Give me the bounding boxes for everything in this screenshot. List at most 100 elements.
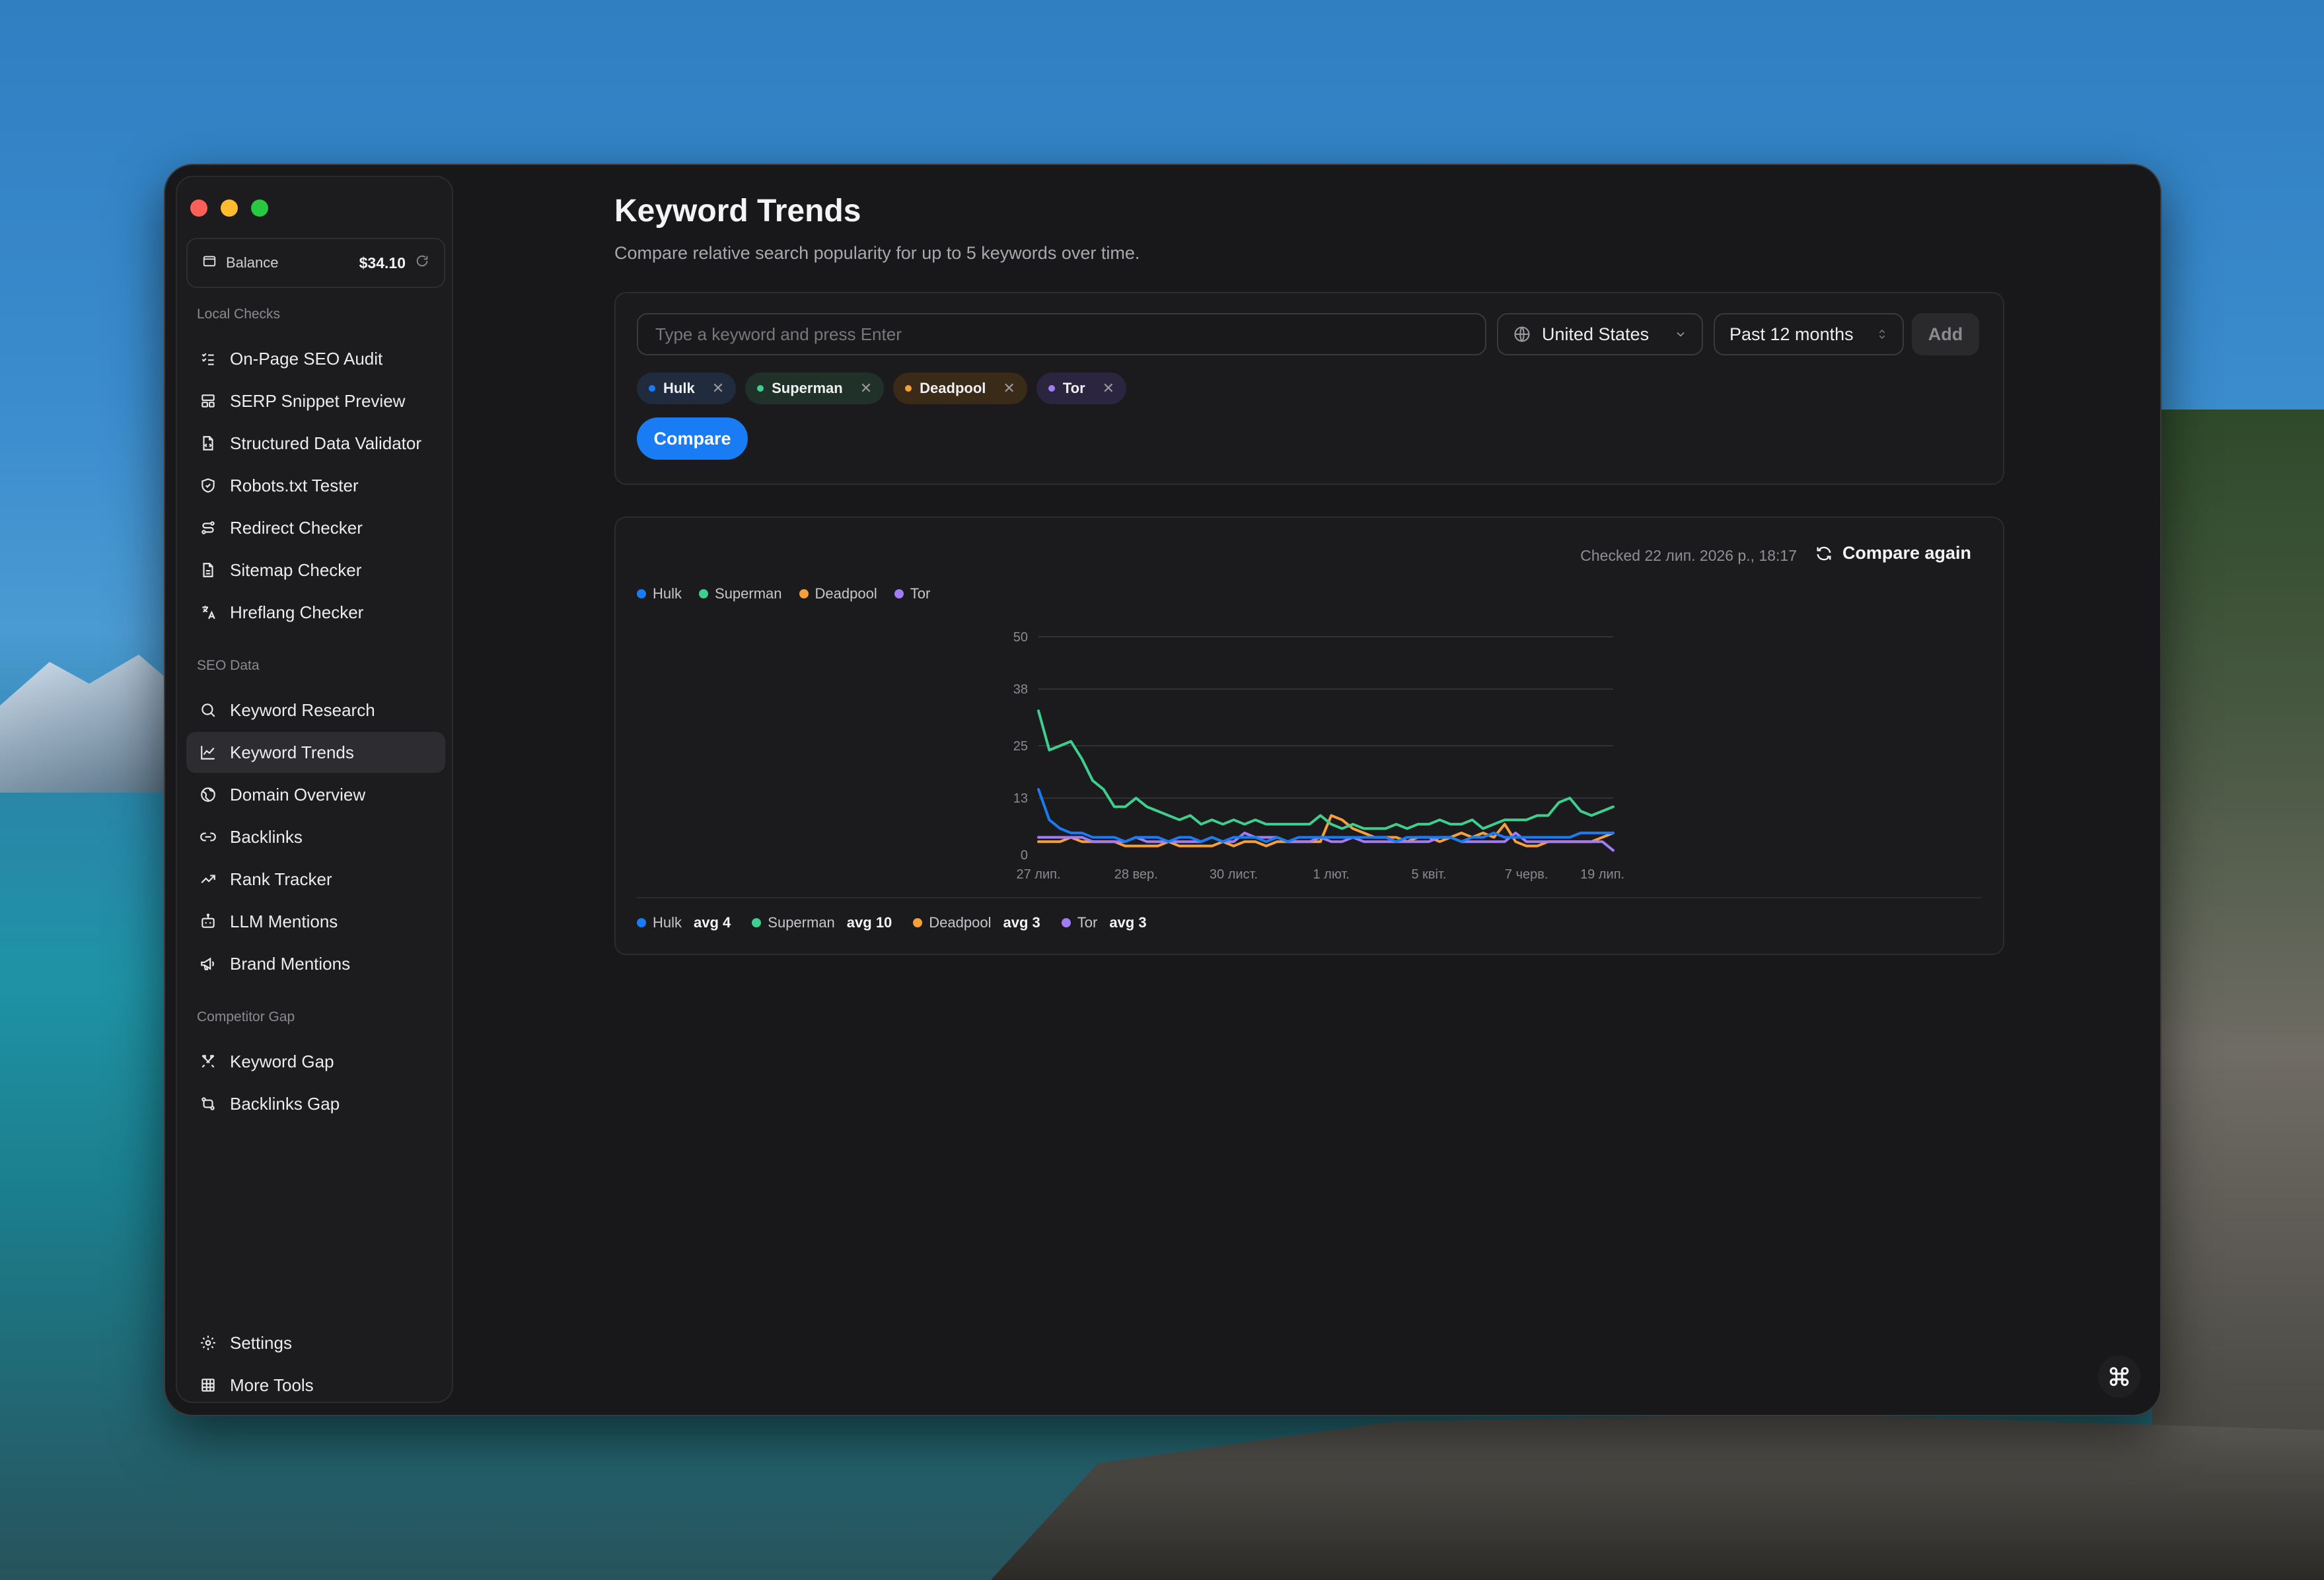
bot-icon xyxy=(198,912,218,931)
summary-name: Tor xyxy=(1077,914,1098,931)
summary-avg: avg 10 xyxy=(846,914,892,931)
globe-icon xyxy=(1513,325,1531,343)
sidebar: Balance $34.10 Local Checks On-Page SEO … xyxy=(176,176,453,1403)
sidebar-item-label: Backlinks Gap xyxy=(230,1093,340,1114)
sidebar-item-backlinks[interactable]: Backlinks xyxy=(186,816,445,857)
color-dot xyxy=(799,589,809,598)
compare-again-button[interactable]: Compare again xyxy=(1815,543,1971,563)
app-window: Balance $34.10 Local Checks On-Page SEO … xyxy=(164,164,2161,1416)
summary-name: Superman xyxy=(768,914,835,931)
color-dot xyxy=(752,918,762,927)
summary-item-superman: Superman avg 10 xyxy=(752,914,892,931)
legend-label: Hulk xyxy=(653,585,682,602)
summary-avg: avg 3 xyxy=(1003,914,1040,931)
summary-item-tor: Tor avg 3 xyxy=(1061,914,1147,931)
route-icon xyxy=(198,518,218,538)
x-tick-label: 27 лип. xyxy=(1016,867,1060,882)
summary-name: Hulk xyxy=(653,914,682,931)
keyword-chip-hulk: Hulk ✕ xyxy=(637,373,737,404)
sidebar-item-label: On-Page SEO Audit xyxy=(230,348,383,369)
line-chart-icon xyxy=(198,742,218,762)
window-controls xyxy=(190,199,268,217)
results-card: Checked 22 лип. 2026 р., 18:17 Compare a… xyxy=(614,517,2004,955)
sidebar-item-label: Settings xyxy=(230,1332,292,1353)
command-icon xyxy=(2108,1365,2130,1388)
y-tick-label: 13 xyxy=(1013,791,1028,806)
sidebar-item-label: Redirect Checker xyxy=(230,517,363,538)
keyword-chips: Hulk ✕ Superman ✕ Deadpool ✕ Tor ✕ xyxy=(637,373,1127,404)
x-tick-label: 28 вер. xyxy=(1114,867,1158,882)
legend-label: Tor xyxy=(910,585,931,602)
sidebar-item-on-page-seo-audit[interactable]: On-Page SEO Audit xyxy=(186,338,445,379)
page-subtitle: Compare relative search popularity for u… xyxy=(614,243,1140,263)
summary-name: Deadpool xyxy=(929,914,992,931)
color-dot xyxy=(1048,385,1055,392)
section-title-local-checks: Local Checks xyxy=(197,306,281,322)
sidebar-item-serp-snippet-preview[interactable]: SERP Snippet Preview xyxy=(186,380,445,421)
close-icon[interactable]: ✕ xyxy=(1003,380,1015,397)
sidebar-item-label: LLM Mentions xyxy=(230,911,338,931)
compare-again-label: Compare again xyxy=(1842,543,1971,563)
color-dot xyxy=(905,385,912,392)
series-line-hulk xyxy=(1037,788,1615,844)
file-code-icon xyxy=(198,433,218,453)
color-dot xyxy=(699,589,709,598)
sidebar-item-more-tools[interactable]: More Tools xyxy=(186,1365,445,1406)
color-dot xyxy=(1061,918,1071,927)
keyword-input[interactable] xyxy=(637,313,1486,355)
color-dot xyxy=(894,589,904,598)
minimize-window-button[interactable] xyxy=(221,199,238,217)
sidebar-item-structured-data-validator[interactable]: Structured Data Validator xyxy=(186,423,445,464)
sidebar-item-llm-mentions[interactable]: LLM Mentions xyxy=(186,901,445,942)
sidebar-item-sitemap-checker[interactable]: Sitemap Checker xyxy=(186,550,445,591)
sidebar-item-settings[interactable]: Settings xyxy=(186,1322,445,1363)
summary-item-hulk: Hulk avg 4 xyxy=(637,914,731,931)
close-icon[interactable]: ✕ xyxy=(712,380,724,397)
sidebar-item-backlinks-gap[interactable]: Backlinks Gap xyxy=(186,1083,445,1124)
sidebar-item-keyword-gap[interactable]: Keyword Gap xyxy=(186,1041,445,1082)
layout-icon xyxy=(198,391,218,411)
balance-widget: Balance $34.10 xyxy=(186,238,445,288)
sidebar-item-redirect-checker[interactable]: Redirect Checker xyxy=(186,507,445,548)
sidebar-item-keyword-research[interactable]: Keyword Research xyxy=(186,690,445,731)
swords-icon xyxy=(198,1052,218,1071)
close-icon[interactable]: ✕ xyxy=(860,380,872,397)
refresh-balance-icon[interactable] xyxy=(415,254,429,272)
page-title: Keyword Trends xyxy=(614,194,861,229)
sidebar-item-brand-mentions[interactable]: Brand Mentions xyxy=(186,943,445,984)
zoom-window-button[interactable] xyxy=(251,199,268,217)
close-icon[interactable]: ✕ xyxy=(1103,380,1114,397)
color-dot xyxy=(913,918,923,927)
chip-label: Superman xyxy=(772,380,843,396)
summary-avg: avg 4 xyxy=(694,914,731,931)
add-keyword-button[interactable]: Add xyxy=(1912,313,1979,355)
y-tick-label: 25 xyxy=(1013,739,1028,754)
legend-label: Superman xyxy=(715,585,782,602)
sidebar-item-domain-overview[interactable]: Domain Overview xyxy=(186,774,445,815)
y-tick-label: 0 xyxy=(1021,848,1028,863)
sidebar-item-keyword-trends[interactable]: Keyword Trends xyxy=(186,732,445,773)
balance-amount: $34.10 xyxy=(359,254,406,271)
averages-summary: Hulk avg 4 Superman avg 10 Deadpool avg 3 T… xyxy=(637,914,1147,931)
close-window-button[interactable] xyxy=(190,199,207,217)
sidebar-item-label: Brand Mentions xyxy=(230,953,351,974)
compare-button[interactable]: Compare xyxy=(637,417,748,460)
sidebar-item-label: Domain Overview xyxy=(230,784,366,805)
sidebar-item-robots-txt-tester[interactable]: Robots.txt Tester xyxy=(186,465,445,506)
legend-label: Deadpool xyxy=(815,585,877,602)
x-tick-label: 30 лист. xyxy=(1210,867,1258,882)
legend-item-deadpool: Deadpool xyxy=(799,585,877,602)
trend-chart: 0 13 25 38 50 27 лип. 28 вер. 30 лист. 1 лют. 5 к… xyxy=(1013,630,1624,882)
period-value: Past 12 months xyxy=(1729,324,1854,344)
grid-icon xyxy=(198,1375,218,1395)
section-title-competitor-gap: Competitor Gap xyxy=(197,1009,295,1024)
command-button[interactable] xyxy=(2098,1355,2140,1398)
sidebar-item-hreflang-checker[interactable]: Hreflang Checker xyxy=(186,592,445,633)
sidebar-item-label: Keyword Gap xyxy=(230,1051,334,1071)
x-tick-label: 7 черв. xyxy=(1505,867,1548,882)
megaphone-icon xyxy=(198,954,218,974)
period-select[interactable]: Past 12 months xyxy=(1714,313,1904,355)
country-select[interactable]: United States xyxy=(1497,313,1703,355)
section-title-seo-data: SEO Data xyxy=(197,658,260,673)
sidebar-item-rank-tracker[interactable]: Rank Tracker xyxy=(186,859,445,900)
